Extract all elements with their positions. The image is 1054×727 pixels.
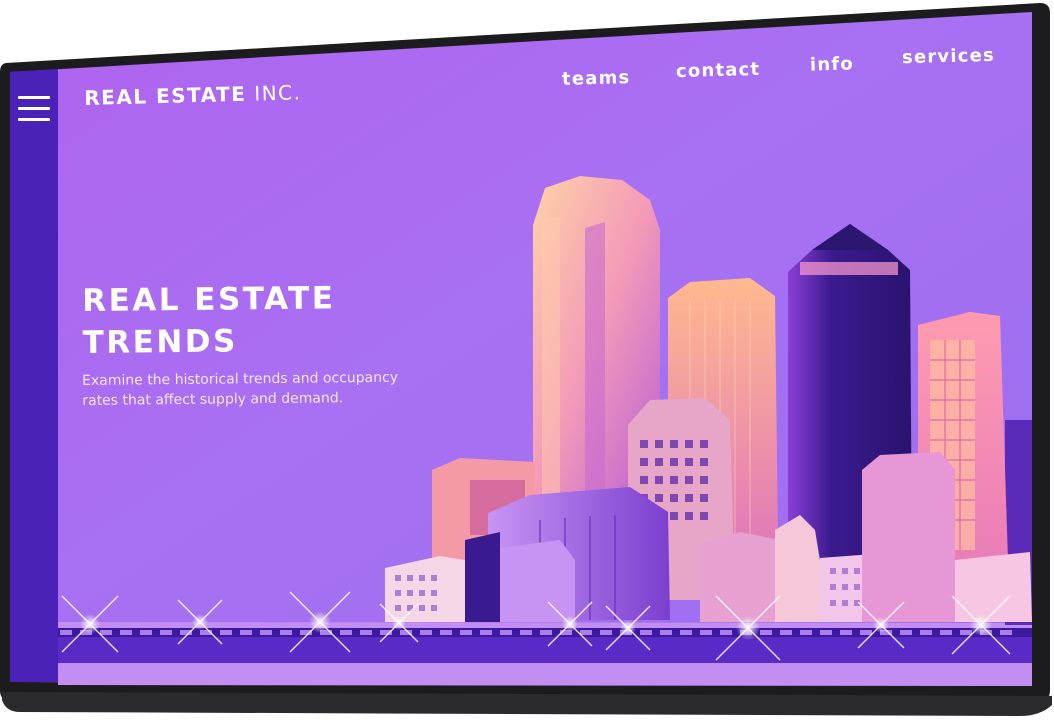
hamburger-line xyxy=(18,118,50,121)
hero-title-line-2: TRENDS xyxy=(82,323,239,361)
hero-title: REAL ESTATE TRENDS xyxy=(82,277,336,364)
brand-name: REAL ESTATE xyxy=(84,81,247,110)
hamburger-menu-icon[interactable] xyxy=(18,96,50,130)
hero-subtitle: Examine the historical trends and occupa… xyxy=(82,369,399,409)
nav-link-services[interactable]: services xyxy=(902,45,995,68)
hero-title-line-1: REAL ESTATE xyxy=(82,280,336,319)
nav-link-contact[interactable]: contact xyxy=(676,59,761,82)
hamburger-line xyxy=(18,107,50,110)
monitor-frame: REAL ESTATE INC. teams contact info serv… xyxy=(0,0,1054,727)
nav-link-teams[interactable]: teams xyxy=(562,67,631,90)
hamburger-line xyxy=(18,96,50,99)
brand-suffix: INC. xyxy=(253,80,302,106)
nav-link-info[interactable]: info xyxy=(810,53,855,75)
monitor-graphic xyxy=(0,3,1052,716)
